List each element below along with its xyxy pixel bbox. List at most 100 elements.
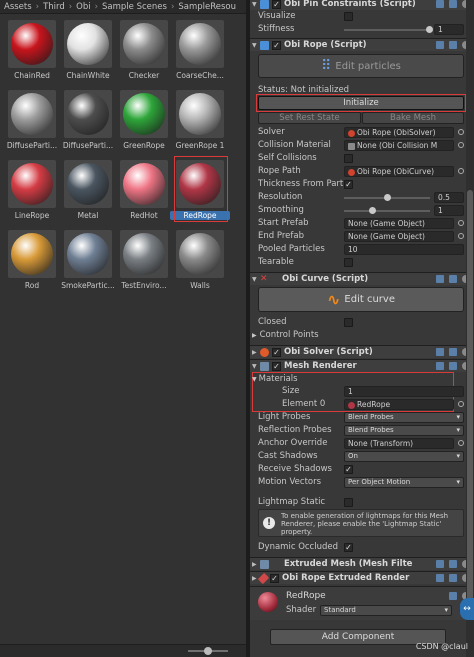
end-prefab-field[interactable]: None (Game Object) [344, 231, 454, 242]
extruded-mesh-header[interactable]: ▶ Extruded Mesh (Mesh Filte [250, 557, 474, 570]
foldout-arrow-icon[interactable]: ▼ [252, 376, 257, 383]
resolution-slider[interactable] [344, 194, 430, 201]
dynamic-occluded-checkbox[interactable]: ✓ [344, 543, 353, 552]
preset-icon[interactable] [449, 0, 457, 8]
smoothing-field[interactable]: 1 [434, 205, 464, 216]
foldout-arrow-icon[interactable]: ▶ [252, 332, 257, 339]
visualize-checkbox[interactable] [344, 12, 353, 21]
asset-item[interactable]: DiffuseParti... [60, 84, 116, 156]
object-picker-icon[interactable] [458, 168, 464, 174]
bake-mesh-button[interactable]: Bake Mesh [362, 112, 464, 124]
foldout-arrow-icon[interactable]: ▼ [252, 1, 260, 8]
asset-item[interactable]: GreenRope [116, 84, 172, 156]
self-collisions-checkbox[interactable] [344, 154, 353, 163]
control-points-foldout[interactable]: ▶ Control Points [252, 329, 372, 342]
asset-item[interactable]: CoarseChe... [172, 14, 228, 86]
collision-material-field[interactable]: None (Obi Collision M [344, 140, 454, 151]
asset-item[interactable]: Rod [4, 224, 60, 296]
size-field[interactable]: 1 [344, 386, 464, 397]
foldout-arrow-icon[interactable]: ▼ [252, 42, 260, 49]
reflection-probes-dropdown[interactable]: Blend Probes [344, 425, 464, 436]
cast-shadows-dropdown[interactable]: On [344, 451, 464, 462]
extruded-renderer-header[interactable]: ▶ ✓ Obi Rope Extruded Render [250, 571, 474, 584]
asset-item[interactable]: ChainRed [4, 14, 60, 86]
foldout-arrow-icon[interactable]: ▼ [252, 363, 260, 370]
object-picker-icon[interactable] [458, 440, 464, 446]
pooled-particles-field[interactable]: 10 [344, 244, 464, 255]
asset-item[interactable]: GreenRope 1 [172, 84, 228, 156]
shader-dropdown[interactable]: Standard [320, 605, 452, 616]
object-picker-icon[interactable] [458, 233, 464, 239]
resolution-field[interactable]: 0.5 [434, 192, 464, 203]
rope-enabled-checkbox[interactable]: ✓ [272, 40, 281, 50]
foldout-arrow-icon[interactable]: ▼ [252, 276, 260, 283]
object-picker-icon[interactable] [458, 129, 464, 135]
asset-item[interactable]: Metal [60, 154, 116, 226]
preset-icon[interactable] [449, 362, 457, 370]
object-picker-icon[interactable] [458, 142, 464, 148]
rope-path-field[interactable]: Obi Rope (ObiCurve) [344, 166, 454, 177]
breadcrumb-obi[interactable]: Obi [76, 2, 90, 12]
preset-icon[interactable] [449, 348, 457, 356]
pin-constraints-header[interactable]: ▼ ✓ Obi Pin Constraints (Script) [250, 0, 474, 10]
solver-field[interactable]: Obi Rope (ObiSolver) [344, 127, 454, 138]
smoothing-handle[interactable] [369, 207, 377, 214]
scrollbar-thumb[interactable] [467, 190, 473, 610]
receive-shadows-checkbox[interactable]: ✓ [344, 465, 353, 474]
smoothing-slider[interactable] [344, 207, 430, 214]
asset-item[interactable]: ChainWhite [60, 14, 116, 86]
stiffness-slider[interactable] [344, 26, 433, 33]
help-icon[interactable] [436, 362, 444, 370]
start-prefab-field[interactable]: None (Game Object) [344, 218, 454, 229]
help-icon[interactable] [436, 574, 444, 582]
set-rest-state-button[interactable]: Set Rest State [258, 112, 361, 124]
breadcrumb-assets[interactable]: Assets [4, 2, 32, 12]
element0-field[interactable]: RedRope [344, 399, 454, 410]
breadcrumb-sample-resources[interactable]: SampleResou [178, 2, 236, 12]
preset-icon[interactable] [449, 41, 457, 49]
resolution-handle[interactable] [384, 194, 391, 201]
tearable-checkbox[interactable] [344, 258, 353, 267]
lightmap-static-checkbox[interactable] [344, 498, 353, 507]
asset-item[interactable]: Walls [172, 224, 228, 296]
side-tab-icon[interactable]: ↔ [460, 598, 474, 620]
thumbnail-size-handle[interactable] [204, 647, 212, 655]
inspector-scrollbar[interactable] [466, 0, 474, 657]
help-icon[interactable] [436, 348, 444, 356]
edit-particles-button[interactable]: ⠿ Edit particles [258, 54, 464, 78]
stiffness-handle[interactable] [426, 26, 433, 33]
help-icon[interactable] [436, 275, 444, 283]
help-icon[interactable] [436, 0, 444, 8]
obi-solver-header[interactable]: ▶ ✓ Obi Solver (Script) [250, 345, 474, 358]
anchor-override-field[interactable]: None (Transform) [344, 438, 454, 449]
asset-item[interactable]: DiffuseParti... [4, 84, 60, 156]
asset-item[interactable]: RedHot [116, 154, 172, 226]
mesh-renderer-enabled-checkbox[interactable]: ✓ [272, 361, 281, 371]
help-icon[interactable] [449, 592, 457, 600]
foldout-arrow-icon[interactable]: ▶ [252, 561, 260, 568]
edit-curve-button[interactable]: ∿ Edit curve [258, 287, 464, 312]
preset-icon[interactable] [449, 560, 457, 568]
stiffness-field[interactable]: 1 [434, 24, 464, 35]
preset-icon[interactable] [449, 275, 457, 283]
obi-rope-header[interactable]: ▼ ✓ Obi Rope (Script) [250, 38, 474, 51]
control-points-row[interactable]: ▶ Control Points [252, 329, 464, 342]
mesh-renderer-header[interactable]: ▼ ✓ Mesh Renderer [250, 359, 474, 372]
solver-enabled-checkbox[interactable]: ✓ [272, 347, 281, 357]
obi-curve-header[interactable]: ▼ ✕ Obi Curve (Script) [250, 272, 474, 285]
asset-item[interactable]: Checker [116, 14, 172, 86]
asset-item[interactable]: TestEnviro... [116, 224, 172, 296]
extruded-renderer-enabled-checkbox[interactable]: ✓ [270, 573, 279, 583]
object-picker-icon[interactable] [458, 220, 464, 226]
closed-checkbox[interactable] [344, 318, 353, 327]
help-icon[interactable] [436, 41, 444, 49]
light-probes-dropdown[interactable]: Blend Probes [344, 412, 464, 423]
breadcrumb-third[interactable]: Third [43, 2, 65, 12]
foldout-arrow-icon[interactable]: ▶ [252, 349, 260, 356]
asset-item[interactable]: LineRope [4, 154, 60, 226]
thickness-checkbox[interactable]: ✓ [344, 180, 353, 189]
asset-item[interactable]: SmokePartic... [60, 224, 116, 296]
motion-vectors-dropdown[interactable]: Per Object Motion [344, 477, 464, 488]
object-picker-icon[interactable] [458, 401, 464, 407]
help-icon[interactable] [436, 560, 444, 568]
